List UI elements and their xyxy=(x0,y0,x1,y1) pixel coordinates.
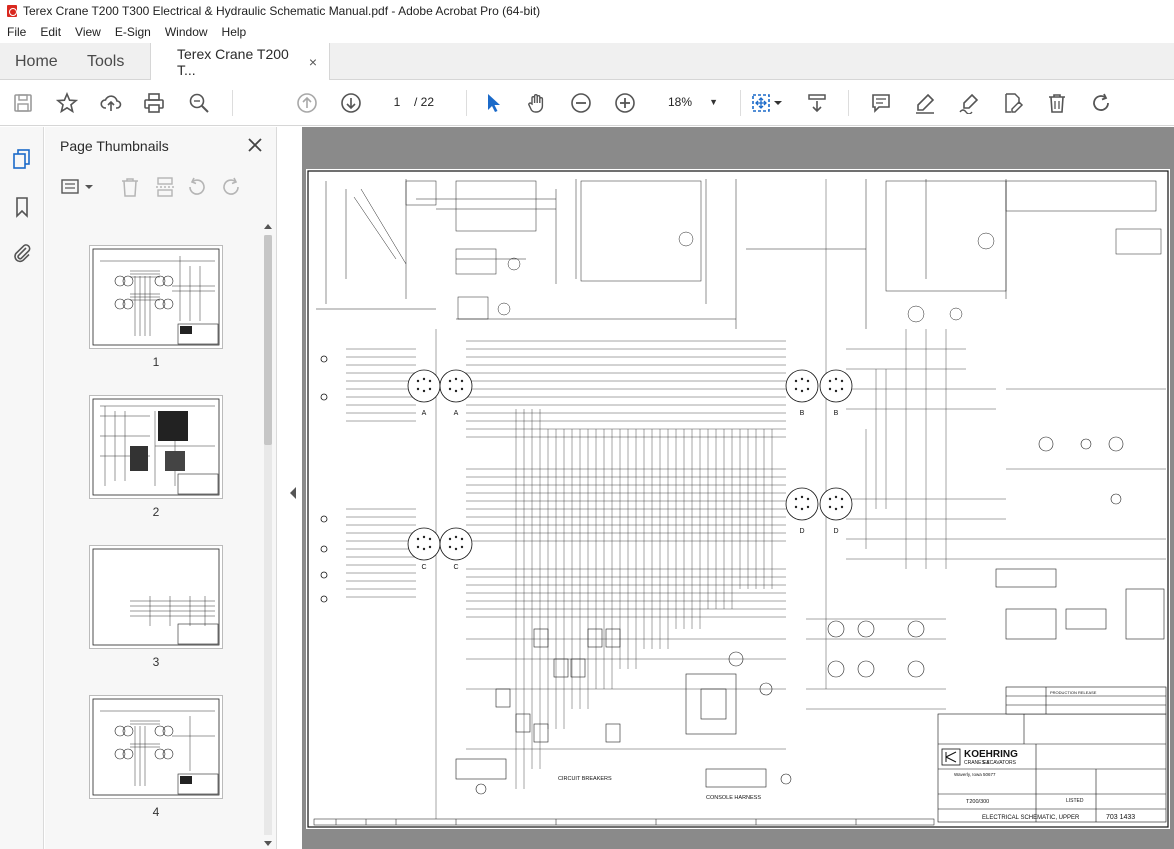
thumbnail-label: 1 xyxy=(152,355,160,369)
page-thumbnail-4[interactable] xyxy=(89,695,223,799)
thumbnail-list: 1 2 3 4 xyxy=(45,219,277,849)
circuit-breakers-label: CIRCUIT BREAKERS xyxy=(558,776,612,782)
select-cursor-icon[interactable] xyxy=(480,90,506,116)
connector-label: B xyxy=(800,410,805,417)
document-view[interactable]: A A B B C C D D CIRCUIT BREAKERS CONSOLE… xyxy=(302,127,1174,849)
connector-label: A xyxy=(454,410,459,417)
zoom-level-value: 18% xyxy=(668,95,693,109)
tab-document-label: Terex Crane T200 T... xyxy=(177,46,289,78)
connector-label: B xyxy=(834,410,839,417)
upload-cloud-icon[interactable] xyxy=(98,90,124,116)
connector-label: C xyxy=(453,564,458,571)
scrollbar-thumb[interactable] xyxy=(264,235,272,445)
scroll-mode-icon[interactable] xyxy=(804,90,830,116)
page-thumbnail-2[interactable] xyxy=(89,395,223,499)
menu-file[interactable]: File xyxy=(0,25,33,39)
save-icon[interactable] xyxy=(10,90,36,116)
print-icon[interactable] xyxy=(141,90,167,116)
page-thumbnails-icon[interactable] xyxy=(8,145,36,173)
page-thumbnails-panel: Page Thumbnails 1 2 3 4 xyxy=(45,127,277,849)
window-title: Terex Crane T200 T300 Electrical & Hydra… xyxy=(23,4,541,18)
main-toolbar xyxy=(0,80,1174,126)
thumbnail-scrollbar[interactable] xyxy=(262,221,274,849)
console-harness-label: CONSOLE HARNESS xyxy=(706,795,761,801)
connector-label: A xyxy=(422,410,427,417)
fit-dropdown-icon[interactable] xyxy=(772,90,784,116)
toolbar-divider xyxy=(466,90,467,116)
drawing-title: ELECTRICAL SCHEMATIC, UPPER xyxy=(982,815,1080,821)
delete-trash-icon[interactable] xyxy=(1044,90,1070,116)
previous-page-icon[interactable] xyxy=(294,90,320,116)
panel-title: Page Thumbnails xyxy=(60,138,169,154)
toolbar-divider xyxy=(740,90,741,116)
menu-edit[interactable]: Edit xyxy=(33,25,68,39)
drawing-number: 703 1433 xyxy=(1106,814,1135,821)
acrobat-app-icon xyxy=(6,5,18,17)
delete-page-icon[interactable] xyxy=(118,175,142,199)
connector-label: D xyxy=(799,528,804,535)
menu-bar: File Edit View E-Sign Window Help xyxy=(0,22,1174,42)
schematic-page: A A B B C C D D CIRCUIT BREAKERS CONSOLE… xyxy=(306,169,1170,829)
next-page-icon[interactable] xyxy=(338,90,364,116)
company-location: Waverly, Iowa 50677 xyxy=(954,772,996,777)
fit-page-icon[interactable] xyxy=(748,90,774,116)
thumbnail-label: 3 xyxy=(152,655,160,669)
material-listed: LISTED xyxy=(1066,798,1084,804)
bookmarks-icon[interactable] xyxy=(8,193,36,221)
zoom-search-icon[interactable] xyxy=(186,90,212,116)
collapse-panel-icon[interactable] xyxy=(286,484,300,502)
thumbnail-toolbar xyxy=(45,167,277,207)
thumbnail-label: 2 xyxy=(152,505,160,519)
highlight-pen-icon[interactable] xyxy=(912,90,938,116)
tab-bar: Home Tools Terex Crane T200 T... × xyxy=(0,43,1174,81)
toolbar-divider xyxy=(848,90,849,116)
thumbnail-label: 4 xyxy=(152,805,160,819)
acrobat-window: Terex Crane T200 T300 Electrical & Hydra… xyxy=(0,0,1174,849)
company-name: KOEHRING xyxy=(964,749,1018,760)
insert-page-icon[interactable] xyxy=(153,175,177,199)
connector-label: C xyxy=(421,564,426,571)
comment-icon[interactable] xyxy=(868,90,894,116)
bookmark-star-icon[interactable] xyxy=(54,90,80,116)
zoom-in-icon[interactable] xyxy=(612,90,638,116)
close-panel-icon[interactable] xyxy=(245,135,265,155)
hand-tool-icon[interactable] xyxy=(524,90,550,116)
rotate-icon[interactable] xyxy=(1088,90,1114,116)
page-count: / 22 xyxy=(414,95,435,109)
zoom-out-icon[interactable] xyxy=(568,90,594,116)
rotate-counterclockwise-icon[interactable] xyxy=(185,175,209,199)
title-bar: Terex Crane T200 T300 Electrical & Hydra… xyxy=(0,0,1174,22)
page-thumbnail-3[interactable] xyxy=(89,545,223,649)
menu-window[interactable]: Window xyxy=(158,25,215,39)
model-number: T200/300 xyxy=(966,799,989,805)
thumbnail-options-icon[interactable] xyxy=(59,175,97,199)
edit-pdf-icon[interactable] xyxy=(1000,90,1026,116)
menu-view[interactable]: View xyxy=(68,25,108,39)
navigation-rail xyxy=(0,127,44,849)
production-release: PRODUCTION RELEASE xyxy=(1050,690,1097,695)
page-number-input[interactable] xyxy=(382,90,412,114)
toolbar-divider xyxy=(232,90,233,116)
sign-pen-icon[interactable] xyxy=(956,90,982,116)
connector-label: D xyxy=(833,528,838,535)
menu-help[interactable]: Help xyxy=(215,25,254,39)
company-subtitle-2: EXCAVATORS xyxy=(983,760,1017,766)
chevron-down-icon: ▼ xyxy=(709,97,718,107)
tab-tools[interactable]: Tools xyxy=(72,43,139,80)
menu-esign[interactable]: E-Sign xyxy=(108,25,158,39)
attachments-paperclip-icon[interactable] xyxy=(8,239,36,267)
tab-home[interactable]: Home xyxy=(0,43,73,80)
zoom-level-select[interactable]: 18% ▼ xyxy=(656,90,724,114)
tab-document[interactable]: Terex Crane T200 T... × xyxy=(150,43,330,81)
rotate-clockwise-icon[interactable] xyxy=(219,175,243,199)
page-thumbnail-1[interactable] xyxy=(89,245,223,349)
close-tab-icon[interactable]: × xyxy=(309,54,317,70)
